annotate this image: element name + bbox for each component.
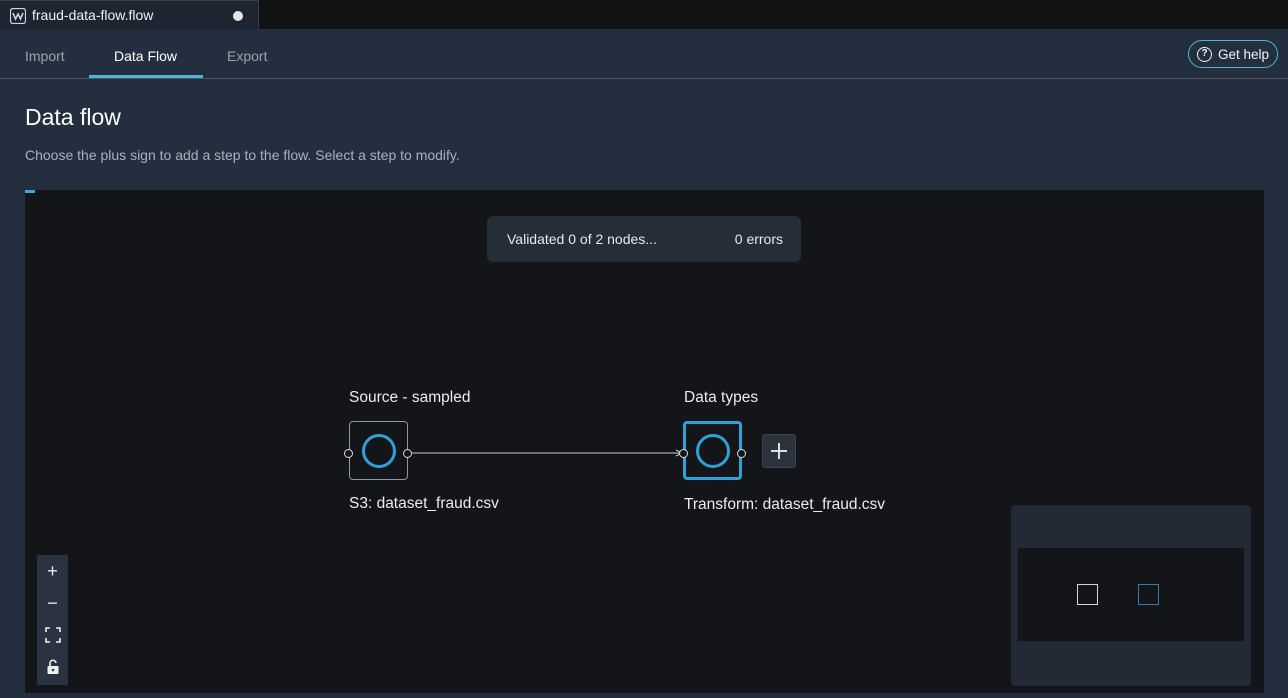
minimap-source-node bbox=[1077, 584, 1098, 605]
minimap[interactable] bbox=[1011, 505, 1251, 686]
fit-view-button[interactable] bbox=[37, 619, 68, 651]
zoom-out-button[interactable]: − bbox=[37, 587, 68, 619]
flow-canvas[interactable]: Validated 0 of 2 nodes... 0 errors Sourc… bbox=[25, 190, 1264, 693]
add-step-button[interactable] bbox=[762, 434, 796, 468]
zoom-controls: + − bbox=[37, 555, 68, 685]
app-navigation: Import Data Flow Export ? Get help bbox=[0, 30, 1288, 79]
node-title-transform: Data types bbox=[684, 389, 759, 406]
plus-icon bbox=[771, 443, 787, 459]
node-subtitle-source: S3: dataset_fraud.csv bbox=[349, 495, 499, 512]
node-title-source: Source - sampled bbox=[349, 389, 471, 406]
active-tab-indicator bbox=[89, 75, 203, 78]
transform-node[interactable] bbox=[683, 421, 742, 480]
minimap-transform-node bbox=[1138, 584, 1159, 605]
unsaved-indicator-icon[interactable] bbox=[233, 11, 243, 21]
editor-tab-file[interactable]: fraud-data-flow.flow bbox=[0, 0, 259, 30]
source-output-port[interactable] bbox=[403, 449, 412, 458]
get-help-button[interactable]: ? Get help bbox=[1188, 40, 1278, 68]
zoom-in-icon: + bbox=[47, 560, 58, 581]
tab-data-flow[interactable]: Data Flow bbox=[114, 48, 177, 64]
zoom-out-icon: − bbox=[47, 592, 58, 613]
help-icon: ? bbox=[1197, 46, 1212, 62]
page-title: Data flow bbox=[25, 104, 121, 130]
unlock-icon bbox=[47, 659, 58, 674]
transform-node-icon bbox=[695, 433, 730, 468]
data-wrangler-icon bbox=[10, 8, 26, 24]
tab-import[interactable]: Import bbox=[25, 48, 65, 64]
fit-view-icon bbox=[44, 627, 61, 643]
editor-tab-bar: fraud-data-flow.flow bbox=[0, 0, 1288, 30]
get-help-label: Get help bbox=[1218, 46, 1270, 62]
minimap-viewport[interactable] bbox=[1018, 548, 1244, 641]
source-node-icon bbox=[361, 433, 396, 468]
lock-view-button[interactable] bbox=[37, 651, 68, 683]
file-name: fraud-data-flow.flow bbox=[32, 7, 154, 23]
page-description: Choose the plus sign to add a step to th… bbox=[25, 147, 460, 163]
source-input-port[interactable] bbox=[344, 449, 353, 458]
tab-export[interactable]: Export bbox=[227, 48, 267, 64]
transform-input-port[interactable] bbox=[679, 449, 688, 458]
node-subtitle-transform: Transform: dataset_fraud.csv bbox=[684, 496, 886, 513]
zoom-in-button[interactable]: + bbox=[37, 555, 68, 587]
transform-output-port[interactable] bbox=[737, 449, 746, 458]
source-node[interactable] bbox=[349, 421, 408, 480]
